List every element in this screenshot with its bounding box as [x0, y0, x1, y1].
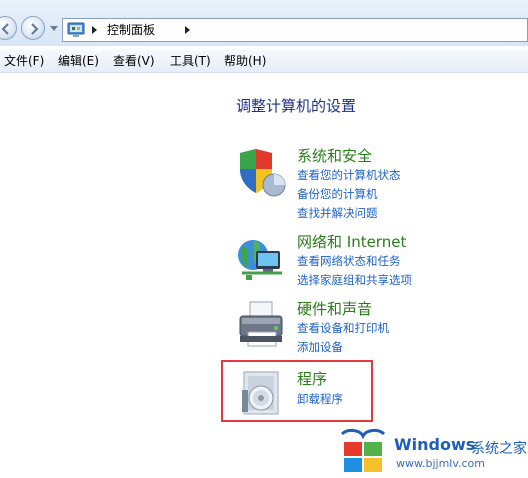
link-add-device[interactable]: 添加设备 [297, 340, 343, 354]
forward-arrow-icon [31, 23, 39, 35]
back-button[interactable] [0, 16, 17, 40]
menu-view[interactable]: 查看(V) [113, 54, 155, 68]
watermark-subtitle: 系统之家 [471, 441, 527, 457]
menu-file[interactable]: 文件(F) [4, 54, 44, 68]
menu-tools[interactable]: 工具(T) [170, 54, 211, 68]
category-network-internet: 网络和 Internet 查看网络状态和任务 选择家庭组和共享选项 [236, 233, 528, 293]
link-homegroup-sharing[interactable]: 选择家庭组和共享选项 [297, 273, 412, 287]
category-hardware-sound: 硬件和声音 查看设备和打印机 添加设备 [236, 300, 528, 360]
category-system-security: 系统和安全 查看您的计算机状态 备份您的计算机 查找并解决问题 [236, 147, 528, 227]
watermark: Windows 系统之家 www.bjjmlv.com [338, 428, 528, 478]
breadcrumb-control-panel[interactable]: 控制面板 [107, 22, 155, 38]
windows-logo-icon [340, 428, 386, 472]
watermark-title: Windows [394, 435, 476, 454]
link-view-computer-status[interactable]: 查看您的计算机状态 [297, 168, 401, 182]
menu-bar: 文件(F) 编辑(E) 查看(V) 工具(T) 帮助(H) [0, 50, 528, 73]
back-arrow-icon [1, 23, 9, 35]
network-globe-icon[interactable] [236, 233, 288, 285]
highlight-box [221, 360, 373, 422]
category-title-system-security[interactable]: 系统和安全 [297, 147, 372, 165]
address-bar: 控制面板 [0, 0, 528, 46]
address-box[interactable]: 控制面板 [62, 18, 528, 42]
watermark-url: www.bjjmlv.com [396, 457, 485, 470]
breadcrumb-separator-icon[interactable] [92, 26, 97, 34]
link-devices-printers[interactable]: 查看设备和打印机 [297, 321, 389, 335]
link-view-network-status[interactable]: 查看网络状态和任务 [297, 254, 401, 268]
forward-button[interactable] [21, 16, 45, 40]
category-title-network-internet[interactable]: 网络和 Internet [297, 233, 406, 251]
category-title-hardware-sound[interactable]: 硬件和声音 [297, 300, 372, 318]
printer-icon[interactable] [236, 300, 288, 352]
control-panel-icon [67, 22, 85, 37]
menu-help[interactable]: 帮助(H) [224, 54, 266, 68]
history-dropdown-icon[interactable] [50, 26, 58, 32]
shield-icon[interactable] [236, 147, 288, 199]
link-troubleshoot[interactable]: 查找并解决问题 [297, 206, 378, 220]
page-title: 调整计算机的设置 [236, 97, 357, 115]
link-backup-computer[interactable]: 备份您的计算机 [297, 187, 378, 201]
menu-edit[interactable]: 编辑(E) [58, 54, 99, 68]
breadcrumb-separator-icon[interactable] [185, 26, 190, 34]
